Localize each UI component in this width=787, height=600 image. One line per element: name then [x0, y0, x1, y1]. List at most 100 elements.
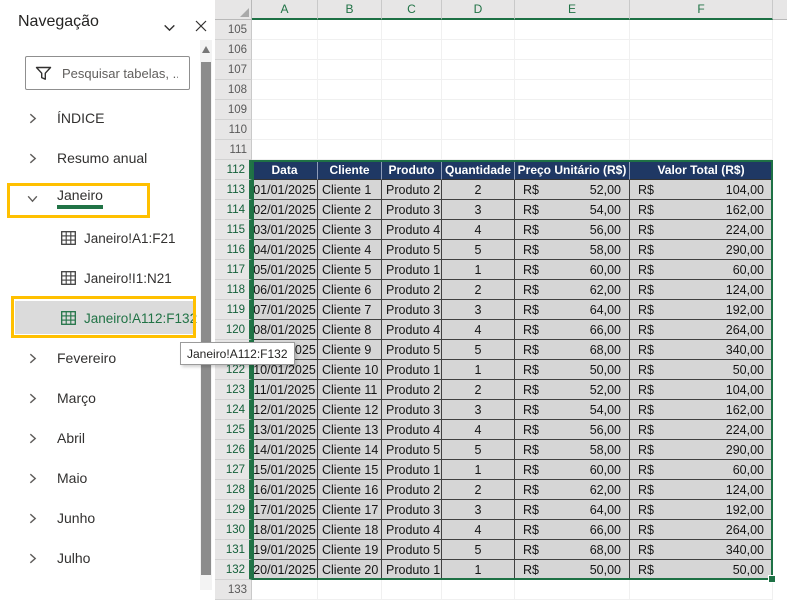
cell-unit-price[interactable]: R$ 56,00 — [515, 420, 630, 440]
sidebar-item-fevereiro[interactable]: Fevereiro — [0, 338, 197, 378]
row-header-119[interactable]: 119 — [215, 300, 252, 320]
cell-qty[interactable]: 2 — [442, 180, 515, 200]
row-header-116[interactable]: 116 — [215, 240, 252, 260]
cell-product[interactable]: Produto 3 — [382, 500, 442, 520]
cell-A107[interactable] — [252, 60, 318, 80]
cell-total[interactable]: R$ 224,00 — [630, 220, 773, 240]
cell-qty[interactable]: 5 — [442, 240, 515, 260]
cell-B110[interactable] — [318, 120, 382, 140]
pane-close-button[interactable] — [191, 16, 211, 36]
cell-D133[interactable] — [442, 580, 515, 600]
row-header-113[interactable]: 113 — [215, 180, 252, 200]
cell-date[interactable]: 05/01/2025 — [252, 260, 318, 280]
cell-C108[interactable] — [382, 80, 442, 100]
table-header-cell[interactable]: Preço Unitário (R$) — [515, 160, 630, 180]
cell-date[interactable]: 20/01/2025 — [252, 560, 318, 580]
cell-C133[interactable] — [382, 580, 442, 600]
cell-B109[interactable] — [318, 100, 382, 120]
row-header-129[interactable]: 129 — [215, 500, 252, 520]
cell-product[interactable]: Produto 2 — [382, 180, 442, 200]
row-header-130[interactable]: 130 — [215, 520, 252, 540]
cell-A110[interactable] — [252, 120, 318, 140]
cell-B108[interactable] — [318, 80, 382, 100]
cell-E107[interactable] — [515, 60, 630, 80]
cell-total[interactable]: R$ 124,00 — [630, 480, 773, 500]
cell-C106[interactable] — [382, 40, 442, 60]
selection-fill-handle[interactable] — [768, 575, 776, 583]
row-header-111[interactable]: 111 — [215, 140, 252, 160]
cell-A109[interactable] — [252, 100, 318, 120]
cell-total[interactable]: R$ 264,00 — [630, 520, 773, 540]
column-header-D[interactable]: D — [442, 0, 515, 20]
sidebar-item-mar-o[interactable]: Março — [0, 378, 197, 418]
cell-total[interactable]: R$ 340,00 — [630, 340, 773, 360]
column-header-A[interactable]: A — [252, 0, 318, 20]
cell-F106[interactable] — [630, 40, 773, 60]
cell-total[interactable]: R$ 290,00 — [630, 240, 773, 260]
cell-unit-price[interactable]: R$ 68,00 — [515, 340, 630, 360]
cell-product[interactable]: Produto 2 — [382, 280, 442, 300]
table-header-cell[interactable]: Cliente — [318, 160, 382, 180]
cell-unit-price[interactable]: R$ 54,00 — [515, 200, 630, 220]
cell-A108[interactable] — [252, 80, 318, 100]
cell-F133[interactable] — [630, 580, 773, 600]
cell-unit-price[interactable]: R$ 52,00 — [515, 180, 630, 200]
sidebar-item-ndice[interactable]: ÍNDICE — [0, 98, 197, 138]
cell-product[interactable]: Produto 1 — [382, 360, 442, 380]
search-tables-input[interactable] — [60, 64, 180, 82]
cell-client[interactable]: Cliente 15 — [318, 460, 382, 480]
cell-D109[interactable] — [442, 100, 515, 120]
cell-qty[interactable]: 3 — [442, 400, 515, 420]
cell-client[interactable]: Cliente 7 — [318, 300, 382, 320]
row-header-132[interactable]: 132 — [215, 560, 252, 580]
cell-D110[interactable] — [442, 120, 515, 140]
cell-qty[interactable]: 2 — [442, 380, 515, 400]
table-header-cell[interactable]: Quantidade — [442, 160, 515, 180]
cell-total[interactable]: R$ 60,00 — [630, 460, 773, 480]
cell-unit-price[interactable]: R$ 54,00 — [515, 400, 630, 420]
sidebar-table-item-janeiro-i1-n21[interactable]: Janeiro!I1:N21 — [0, 258, 197, 298]
cell-client[interactable]: Cliente 1 — [318, 180, 382, 200]
cell-date[interactable]: 03/01/2025 — [252, 220, 318, 240]
cell-qty[interactable]: 5 — [442, 440, 515, 460]
cell-F110[interactable] — [630, 120, 773, 140]
cell-date[interactable]: 01/01/2025 — [252, 180, 318, 200]
cell-date[interactable]: 14/01/2025 — [252, 440, 318, 460]
cell-C105[interactable] — [382, 20, 442, 40]
cell-client[interactable]: Cliente 3 — [318, 220, 382, 240]
cell-unit-price[interactable]: R$ 60,00 — [515, 260, 630, 280]
sidebar-item-junho[interactable]: Junho — [0, 498, 197, 538]
cell-product[interactable]: Produto 1 — [382, 460, 442, 480]
cell-product[interactable]: Produto 5 — [382, 240, 442, 260]
cell-client[interactable]: Cliente 5 — [318, 260, 382, 280]
cell-unit-price[interactable]: R$ 66,00 — [515, 320, 630, 340]
cell-D105[interactable] — [442, 20, 515, 40]
table-header-cell[interactable]: Data — [252, 160, 318, 180]
cell-client[interactable]: Cliente 6 — [318, 280, 382, 300]
cell-D108[interactable] — [442, 80, 515, 100]
cell-qty[interactable]: 1 — [442, 260, 515, 280]
cell-qty[interactable]: 1 — [442, 560, 515, 580]
cell-unit-price[interactable]: R$ 62,00 — [515, 480, 630, 500]
cell-D106[interactable] — [442, 40, 515, 60]
cell-qty[interactable]: 2 — [442, 480, 515, 500]
cell-product[interactable]: Produto 4 — [382, 320, 442, 340]
cell-date[interactable]: 13/01/2025 — [252, 420, 318, 440]
cell-total[interactable]: R$ 162,00 — [630, 400, 773, 420]
cell-client[interactable]: Cliente 17 — [318, 500, 382, 520]
column-header-B[interactable]: B — [318, 0, 382, 20]
cell-unit-price[interactable]: R$ 56,00 — [515, 220, 630, 240]
cell-client[interactable]: Cliente 11 — [318, 380, 382, 400]
cell-date[interactable]: 08/01/2025 — [252, 320, 318, 340]
cell-qty[interactable]: 4 — [442, 520, 515, 540]
cell-client[interactable]: Cliente 16 — [318, 480, 382, 500]
row-header-118[interactable]: 118 — [215, 280, 252, 300]
cell-total[interactable]: R$ 340,00 — [630, 540, 773, 560]
cell-client[interactable]: Cliente 20 — [318, 560, 382, 580]
cell-product[interactable]: Produto 2 — [382, 380, 442, 400]
cell-A133[interactable] — [252, 580, 318, 600]
cell-D111[interactable] — [442, 140, 515, 160]
pane-collapse-button[interactable] — [159, 17, 179, 37]
row-header-131[interactable]: 131 — [215, 540, 252, 560]
row-header-127[interactable]: 127 — [215, 460, 252, 480]
